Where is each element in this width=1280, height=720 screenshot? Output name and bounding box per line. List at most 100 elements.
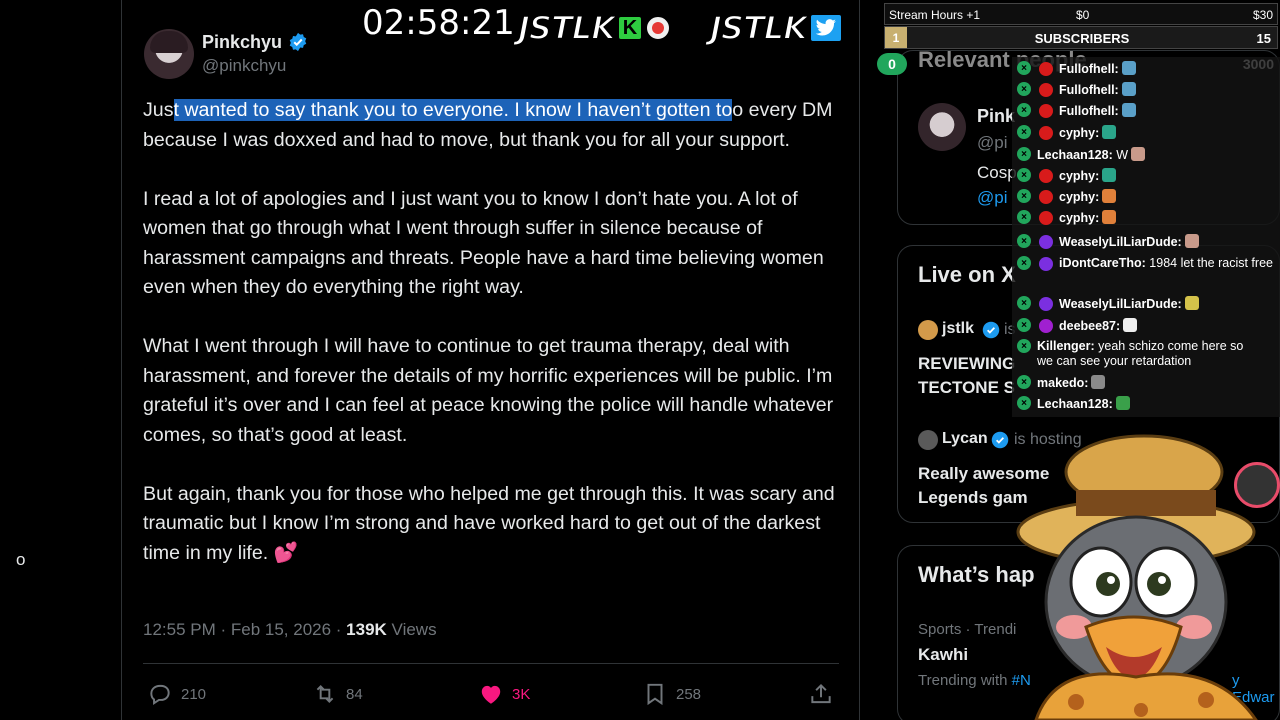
chat-username[interactable]: WeaselyLilLiarDude: [1059, 234, 1199, 250]
tweet-paragraph-3: What I went through I will have to conti… [143, 335, 834, 446]
tweet-paragraph-4-text: But again, thank you for those who helpe… [143, 482, 835, 564]
user-badge-icon [1039, 104, 1053, 118]
stream-timer: 02:58:21 [362, 3, 515, 43]
chat-username[interactable]: Fullofhell: [1059, 103, 1136, 119]
live-host-name[interactable]: jstlk [942, 320, 974, 338]
user-badge-icon [1039, 319, 1053, 333]
like-count: 3K [512, 685, 531, 703]
hearts-emoji-icon: 💕 [273, 541, 299, 564]
trend-with: Trending with #N [918, 672, 1031, 689]
chat-username[interactable]: cyphy: [1059, 168, 1117, 184]
delete-message-icon[interactable]: × [1017, 396, 1031, 410]
reply-icon [150, 684, 170, 706]
author-handle[interactable]: @pinkchyu [202, 56, 286, 76]
views-count: 139K [346, 620, 387, 639]
live-host-avatar[interactable] [918, 430, 938, 450]
chat-username[interactable]: Fullofhell: [1059, 82, 1136, 98]
mascot-bird-character [1016, 434, 1258, 720]
delete-message-icon[interactable]: × [1017, 168, 1031, 182]
delete-message-icon[interactable]: × [1017, 61, 1031, 75]
delete-message-icon[interactable]: × [1017, 103, 1031, 117]
divider [143, 663, 839, 664]
chat-emote-icon [1091, 375, 1106, 389]
delete-message-icon[interactable]: × [1017, 147, 1031, 161]
subscribers-bar: 1 SUBSCRIBERS 15 [884, 26, 1278, 49]
chat-emote-icon [1115, 396, 1130, 410]
chat-username[interactable]: cyphy: [1059, 189, 1117, 205]
logo-text: JSTLK [709, 8, 809, 48]
chat-username[interactable]: Lechaan128: [1037, 396, 1130, 412]
stream-stats: Stream Hours +1 $0 $30 1 SUBSCRIBERS 15 [884, 3, 1280, 49]
reply-button[interactable]: 210 [147, 680, 206, 708]
user-badge-icon [1039, 190, 1053, 204]
delete-message-icon[interactable]: × [1017, 318, 1031, 332]
trend-topic[interactable]: Kawhi [918, 645, 968, 665]
user-badge-icon [1039, 62, 1053, 76]
bookmark-button[interactable]: 258 [642, 680, 701, 708]
chat-username[interactable]: iDontCareTho: 1984 let the racist free [1059, 256, 1273, 271]
delete-message-icon[interactable]: × [1017, 210, 1031, 224]
tweet-detail: Pinkchyu @pinkchyu Just wanted to say th… [122, 0, 860, 720]
user-badge-icon [1039, 169, 1053, 183]
chat-username[interactable]: Fullofhell: [1059, 61, 1136, 77]
kick-logo: JSTLK K [517, 8, 671, 48]
text-selection: t wanted to say thank you to everyone. I… [173, 99, 733, 121]
left-column [0, 0, 122, 720]
views-label: Views [386, 620, 437, 639]
relevant-person-handle[interactable]: @pi [977, 133, 1008, 153]
chat-username[interactable]: cyphy: [1059, 210, 1117, 226]
chat-emote-icon [1184, 234, 1199, 248]
kick-icon: K [616, 15, 643, 41]
chat-message-text: 1984 let the racist free [1145, 256, 1273, 270]
user-badge-icon [1039, 126, 1053, 140]
delete-message-icon[interactable]: × [1017, 256, 1031, 270]
user-badge-icon [1039, 211, 1053, 225]
trend-category: Sports · Trendi [918, 621, 1017, 638]
chat-username[interactable]: WeaselyLilLiarDude: [1059, 296, 1199, 312]
relevant-person-link[interactable]: @pi [977, 188, 1008, 208]
like-button[interactable]: 3K [478, 680, 530, 708]
author-name[interactable]: Pinkchyu [202, 32, 282, 53]
author-avatar[interactable] [144, 29, 194, 79]
verified-badge-icon [982, 321, 1000, 339]
repost-icon [316, 685, 334, 703]
repost-button[interactable]: 84 [312, 680, 363, 708]
delete-message-icon[interactable]: × [1017, 125, 1031, 139]
verified-badge-icon [289, 32, 307, 52]
chat-username[interactable]: Lechaan128: W [1037, 147, 1146, 163]
timestamp[interactable]: 12:55 PM · Feb 15, 2026 · [143, 620, 346, 639]
share-button[interactable] [808, 680, 834, 708]
tweet-paragraph-1: Just wanted to say thank you to everyone… [143, 96, 843, 155]
record-icon [644, 15, 671, 41]
tweet-paragraph-2: I read a lot of apologies and I just wan… [143, 187, 824, 299]
chat-overlay: × Fullofhell: × Fullofhell: × Fullofhell: × cyp… [1012, 57, 1280, 417]
relevant-person-avatar[interactable] [918, 103, 966, 151]
bookmark-count: 258 [676, 685, 702, 703]
stream-hours-current: $0 [1076, 8, 1090, 22]
repost-count: 84 [346, 685, 363, 703]
delete-message-icon[interactable]: × [1017, 234, 1031, 248]
chat-emote-icon [1121, 82, 1136, 96]
chat-username[interactable]: Killenger: yeah schizo come here so we c… [1015, 339, 1255, 369]
bookmark-icon [647, 683, 663, 706]
stray-char: o [16, 550, 26, 569]
delete-message-icon[interactable]: × [1017, 375, 1031, 389]
chat-emote-icon [1102, 168, 1117, 182]
delete-message-icon[interactable]: × [1017, 189, 1031, 203]
text-unselected: Jus [143, 99, 174, 121]
live-host-name[interactable]: Lycan [942, 430, 988, 448]
chat-username[interactable]: cyphy: [1059, 125, 1117, 141]
logo-text: JSTLK [517, 8, 617, 48]
relevant-person-name[interactable]: Pink [977, 106, 1015, 127]
chat-emote-icon [1131, 147, 1146, 161]
chat-emote-icon [1184, 296, 1199, 310]
user-badge-icon [1039, 257, 1053, 271]
delete-message-icon[interactable]: × [1017, 296, 1031, 310]
chat-username[interactable]: deebee87: [1059, 318, 1138, 334]
delete-message-icon[interactable]: × [1017, 82, 1031, 96]
chat-username[interactable]: makedo: [1037, 375, 1106, 391]
share-icon [811, 683, 831, 704]
live-host-avatar[interactable] [918, 320, 938, 340]
stream-hours-bar: Stream Hours +1 $0 $30 [884, 3, 1278, 25]
user-badge-icon [1039, 297, 1053, 311]
